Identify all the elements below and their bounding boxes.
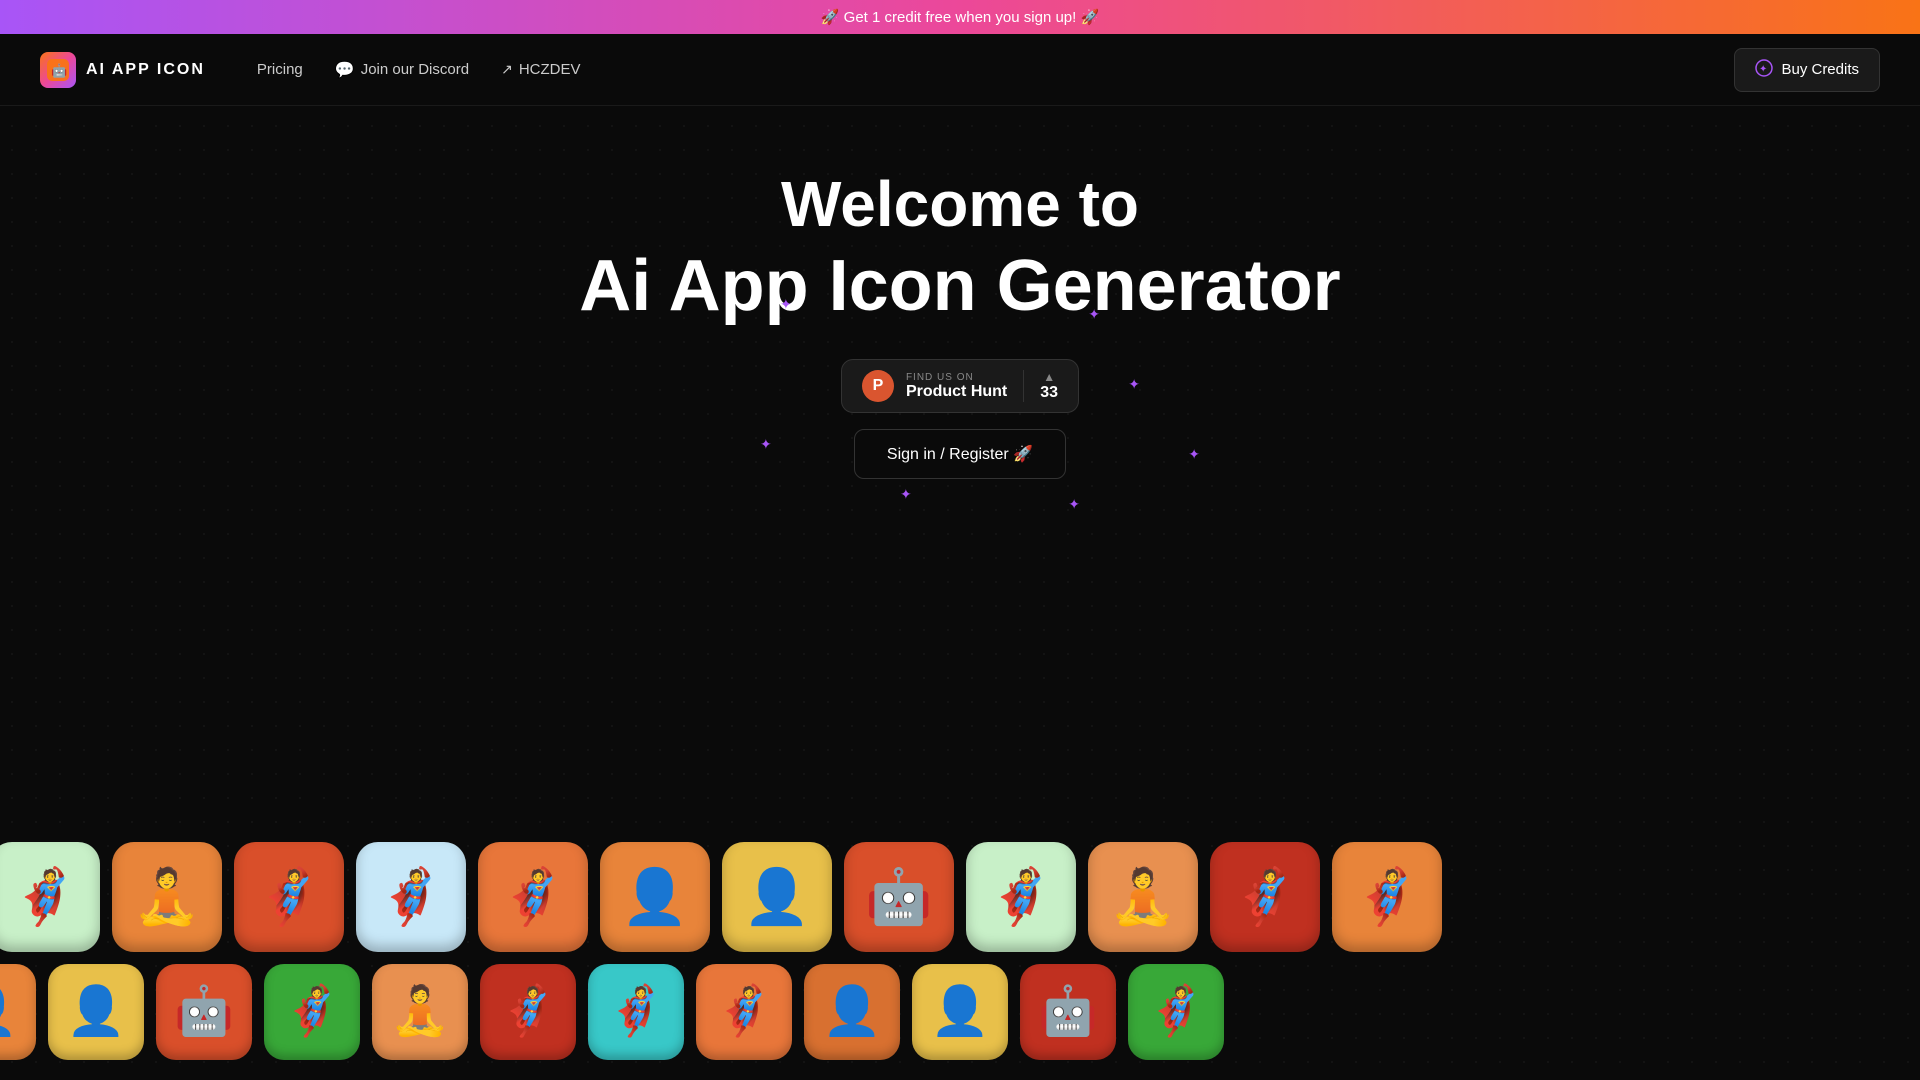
icon-row-1: 🦸🧘🦸🦸🦸👤👤🤖🦸🧘🦸🦸 — [0, 842, 1920, 952]
list-item: 👤 — [912, 964, 1008, 1060]
upvote-arrow-icon: ▲ — [1043, 370, 1055, 384]
product-hunt-text: FIND US ON Product Hunt — [906, 372, 1007, 401]
navbar: 🤖 AI APP ICON Pricing 💬 Join our Discord… — [0, 34, 1920, 106]
hero-line2: Ai App Icon Generator — [579, 243, 1340, 329]
discord-icon: 💬 — [335, 60, 355, 80]
hczdev-link[interactable]: ↗ HCZDEV — [489, 53, 592, 86]
list-item: 🦸 — [0, 842, 100, 952]
sparkle-5: ✦ — [1188, 446, 1200, 463]
svg-text:🤖: 🤖 — [51, 63, 67, 78]
svg-text:✦: ✦ — [1759, 64, 1767, 75]
hero-title: Welcome to Ai App Icon Generator — [579, 166, 1340, 329]
list-item: 👤 — [48, 964, 144, 1060]
credits-icon: ✦ — [1755, 59, 1773, 81]
list-item: 🦸 — [1210, 842, 1320, 952]
list-item: 🦸 — [1332, 842, 1442, 952]
list-item: 🦸 — [264, 964, 360, 1060]
hero-line1: Welcome to — [579, 166, 1340, 243]
promo-text: 🚀 Get 1 credit free when you sign up! 🚀 — [821, 9, 1099, 26]
list-item: 🦸 — [480, 964, 576, 1060]
list-item: 🦸 — [588, 964, 684, 1060]
list-item: 🤖 — [1020, 964, 1116, 1060]
icon-rows: 🦸🧘🦸🦸🦸👤👤🤖🦸🧘🦸🦸 👤👤🤖🦸🧘🦸🦸🦸👤👤🤖🦸 — [0, 842, 1920, 1060]
signin-button[interactable]: Sign in / Register 🚀 — [854, 429, 1066, 479]
hero-section: ✦ ✦ ✦ ✦ ✦ ✦ ✦ Welcome to Ai App Icon Gen… — [0, 106, 1920, 479]
list-item: 🤖 — [844, 842, 954, 952]
external-link-icon: ↗ — [501, 61, 513, 78]
list-item: 🦸 — [234, 842, 344, 952]
logo-text: AI APP ICON — [86, 61, 205, 79]
list-item: 🧘 — [1088, 842, 1198, 952]
list-item: 🦸 — [478, 842, 588, 952]
buy-credits-button[interactable]: ✦ Buy Credits — [1734, 48, 1880, 92]
list-item: 👤 — [804, 964, 900, 1060]
list-item: 🤖 — [156, 964, 252, 1060]
list-item: 🧘 — [372, 964, 468, 1060]
logo[interactable]: 🤖 AI APP ICON — [40, 52, 205, 88]
product-hunt-icon: P — [862, 370, 894, 402]
list-item: 🦸 — [696, 964, 792, 1060]
nav-links: Pricing 💬 Join our Discord ↗ HCZDEV — [245, 52, 593, 88]
sparkle-4: ✦ — [760, 436, 772, 453]
icon-row-2: 👤👤🤖🦸🧘🦸🦸🦸👤👤🤖🦸 — [0, 964, 1920, 1060]
sparkle-3: ✦ — [1128, 376, 1140, 393]
product-hunt-badge[interactable]: P FIND US ON Product Hunt ▲ 33 — [841, 359, 1079, 413]
list-item: 🧘 — [112, 842, 222, 952]
list-item: 👤 — [600, 842, 710, 952]
promo-banner: 🚀 Get 1 credit free when you sign up! 🚀 — [0, 0, 1920, 34]
list-item: 🦸 — [356, 842, 466, 952]
discord-link[interactable]: 💬 Join our Discord — [323, 52, 481, 88]
list-item: 👤 — [0, 964, 36, 1060]
list-item: 🦸 — [1128, 964, 1224, 1060]
logo-icon: 🤖 — [40, 52, 76, 88]
pricing-link[interactable]: Pricing — [245, 53, 315, 86]
list-item: 👤 — [722, 842, 832, 952]
list-item: 🦸 — [966, 842, 1076, 952]
product-hunt-votes: ▲ 33 — [1023, 370, 1058, 402]
